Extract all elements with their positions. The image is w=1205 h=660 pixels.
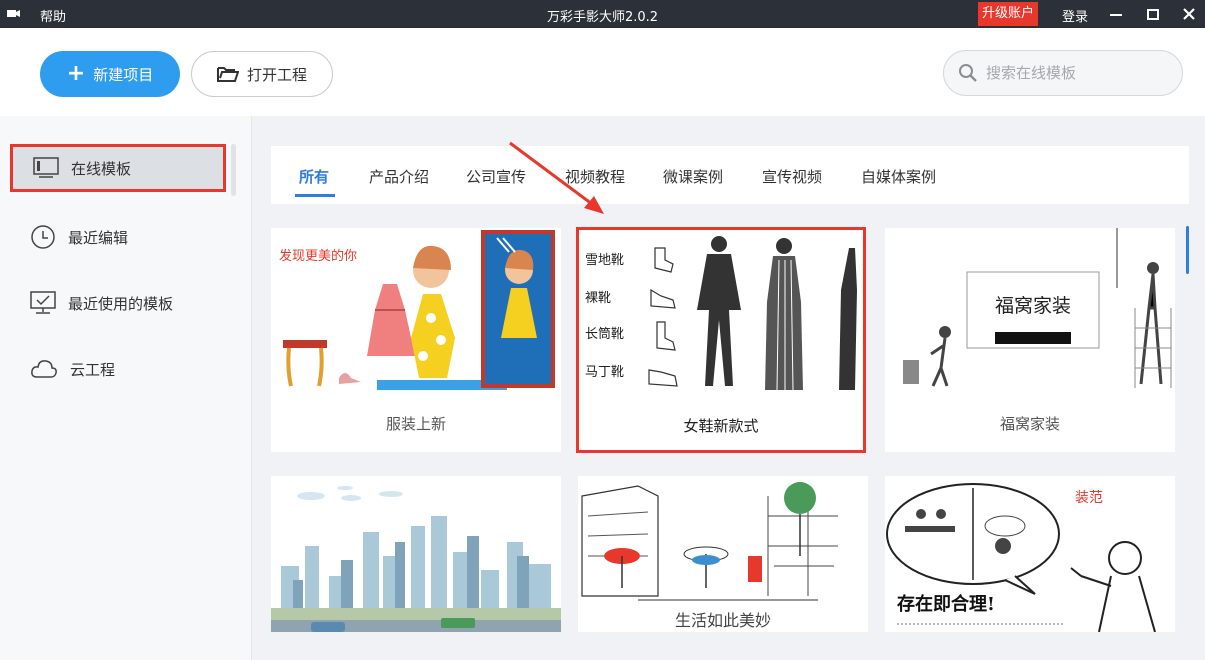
top-toolbar: + 新建项目 打开工程 (0, 28, 1205, 116)
search-icon (958, 63, 978, 83)
clock-icon (30, 224, 56, 250)
plus-icon: + (67, 63, 85, 85)
template-card[interactable] (271, 476, 561, 632)
thumb-text: 生活如此美妙 (675, 611, 771, 630)
thumb-text: 雪地靴 (585, 253, 624, 268)
template-thumbnail: 福窝家装 (885, 228, 1175, 394)
tab-product-intro[interactable]: 产品介绍 (369, 166, 429, 187)
template-card[interactable]: 福窝家装 福窝家装 (885, 228, 1175, 452)
title-bar: 帮助 万彩手影大师2.0.2 升级账户 登录 (0, 0, 1205, 28)
search-box[interactable] (943, 50, 1183, 96)
active-tab-indicator (295, 194, 335, 197)
tab-video-tutorial[interactable]: 视频教程 (565, 166, 625, 187)
maximize-icon (1146, 7, 1160, 21)
content-scrollbar[interactable] (1186, 226, 1189, 274)
login-button[interactable]: 登录 (1062, 6, 1088, 25)
sidebar-scrollbar[interactable] (231, 144, 236, 196)
close-button[interactable] (1176, 0, 1202, 28)
sidebar-item-recent-templates[interactable]: 最近使用的模板 (30, 283, 173, 323)
minimize-icon (1109, 7, 1123, 21)
thumb-text: 福窝家装 (995, 295, 1071, 317)
template-caption: 服装上新 (271, 394, 561, 452)
search-input[interactable] (986, 64, 1166, 82)
sidebar-item-cloud-projects[interactable]: 云工程 (30, 349, 115, 389)
sidebar-item-label: 云工程 (70, 359, 115, 380)
new-project-label: 新建项目 (93, 64, 153, 85)
close-icon (1182, 7, 1196, 21)
template-thumbnail: 生活如此美妙 (578, 476, 868, 632)
thumb-text: 马丁靴 (585, 365, 624, 380)
open-project-button[interactable]: 打开工程 (191, 51, 333, 97)
sidebar-item-recent-edits[interactable]: 最近编辑 (30, 217, 128, 257)
new-project-button[interactable]: + 新建项目 (40, 51, 180, 97)
thumb-text: 装范 (1075, 489, 1103, 506)
tab-micro-lesson[interactable]: 微课案例 (663, 166, 723, 187)
tab-all[interactable]: 所有 (299, 166, 329, 187)
thumb-text: 裸靴 (585, 291, 611, 306)
tab-promo-video[interactable]: 宣传视频 (762, 166, 822, 187)
tab-self-media[interactable]: 自媒体案例 (861, 166, 936, 187)
category-tabs: 所有 产品介绍 公司宣传 视频教程 微课案例 宣传视频 自媒体案例 (271, 146, 1189, 204)
template-icon (30, 290, 56, 316)
template-thumbnail (271, 476, 561, 632)
template-card-selected[interactable]: 雪地靴 裸靴 长筒靴 马丁靴 (576, 227, 866, 453)
thumb-text: 存在即合理! (897, 593, 995, 615)
template-caption: 女鞋新款式 (579, 396, 863, 453)
sidebar-item-online-templates[interactable]: 在线模板 (10, 144, 226, 192)
main-content: 所有 产品介绍 公司宣传 视频教程 微课案例 宣传视频 自媒体案例 发现更美的你 (253, 116, 1205, 660)
tab-company-promo[interactable]: 公司宣传 (466, 166, 526, 187)
cloud-icon (30, 357, 58, 381)
thumb-text: 发现更美的你 (279, 248, 357, 264)
minimize-button[interactable] (1103, 0, 1129, 28)
folder-open-icon (217, 65, 239, 83)
sidebar-item-label: 最近使用的模板 (68, 293, 173, 314)
sidebar: 在线模板 最近编辑 最近使用的模板 云工程 (0, 116, 252, 660)
template-card[interactable]: 装范 存在即合理! (885, 476, 1175, 632)
monitor-icon (33, 157, 59, 179)
template-thumbnail: 雪地靴 裸靴 长筒靴 马丁靴 (579, 230, 863, 396)
sidebar-item-label: 在线模板 (71, 158, 131, 179)
sidebar-item-label: 最近编辑 (68, 227, 128, 248)
template-caption: 福窝家装 (885, 394, 1175, 452)
template-card[interactable]: 生活如此美妙 (578, 476, 868, 632)
template-thumbnail: 发现更美的你 (271, 228, 561, 394)
thumb-text: 长筒靴 (585, 326, 624, 342)
template-thumbnail: 装范 存在即合理! (885, 476, 1175, 632)
upgrade-account-button[interactable]: 升级账户 (978, 2, 1038, 26)
template-card[interactable]: 发现更美的你 (271, 228, 561, 452)
open-project-label: 打开工程 (247, 64, 307, 85)
maximize-button[interactable] (1140, 0, 1166, 28)
